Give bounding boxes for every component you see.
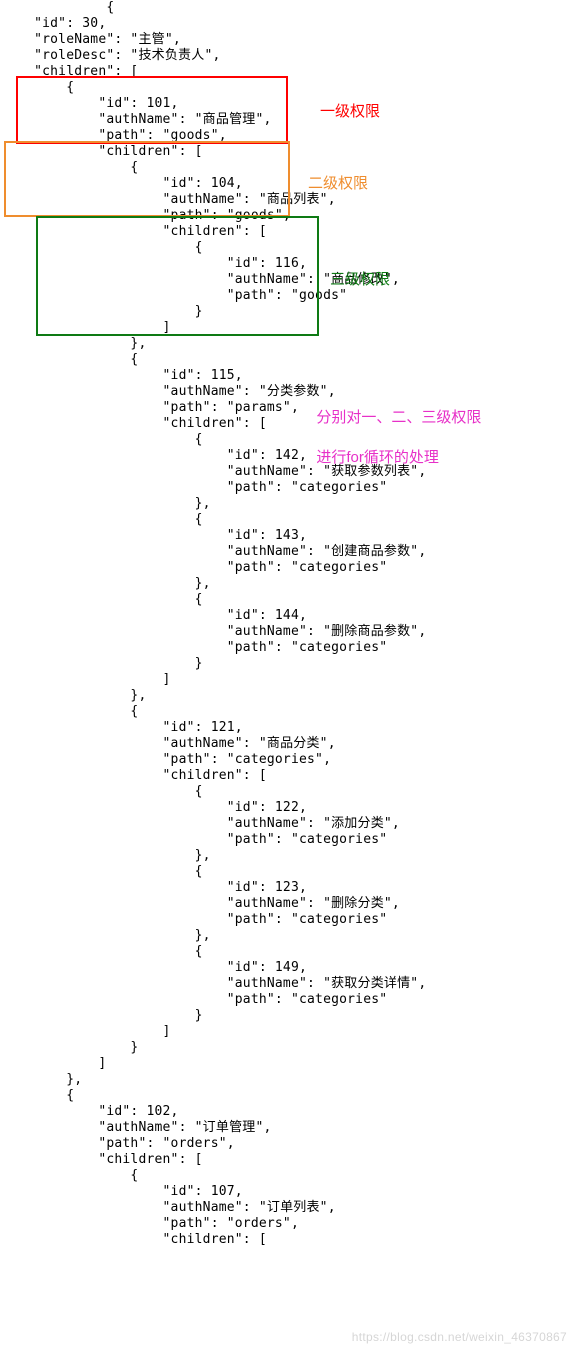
box-level1 bbox=[16, 76, 288, 144]
label-level2: 二级权限 bbox=[308, 174, 368, 194]
label-note: 分别对一、二、三级权限 进行for循环的处理 bbox=[308, 388, 481, 468]
watermark: https://blog.csdn.net/weixin_46370867 bbox=[352, 1329, 567, 1345]
box-level2 bbox=[4, 141, 290, 217]
label-level1: 一级权限 bbox=[320, 102, 380, 122]
label-note-line1: 分别对一、二、三级权限 bbox=[316, 409, 481, 426]
box-level3 bbox=[36, 216, 319, 336]
label-note-line2: 进行for循环的处理 bbox=[316, 449, 439, 466]
label-level3: 三级权限 bbox=[330, 270, 390, 290]
